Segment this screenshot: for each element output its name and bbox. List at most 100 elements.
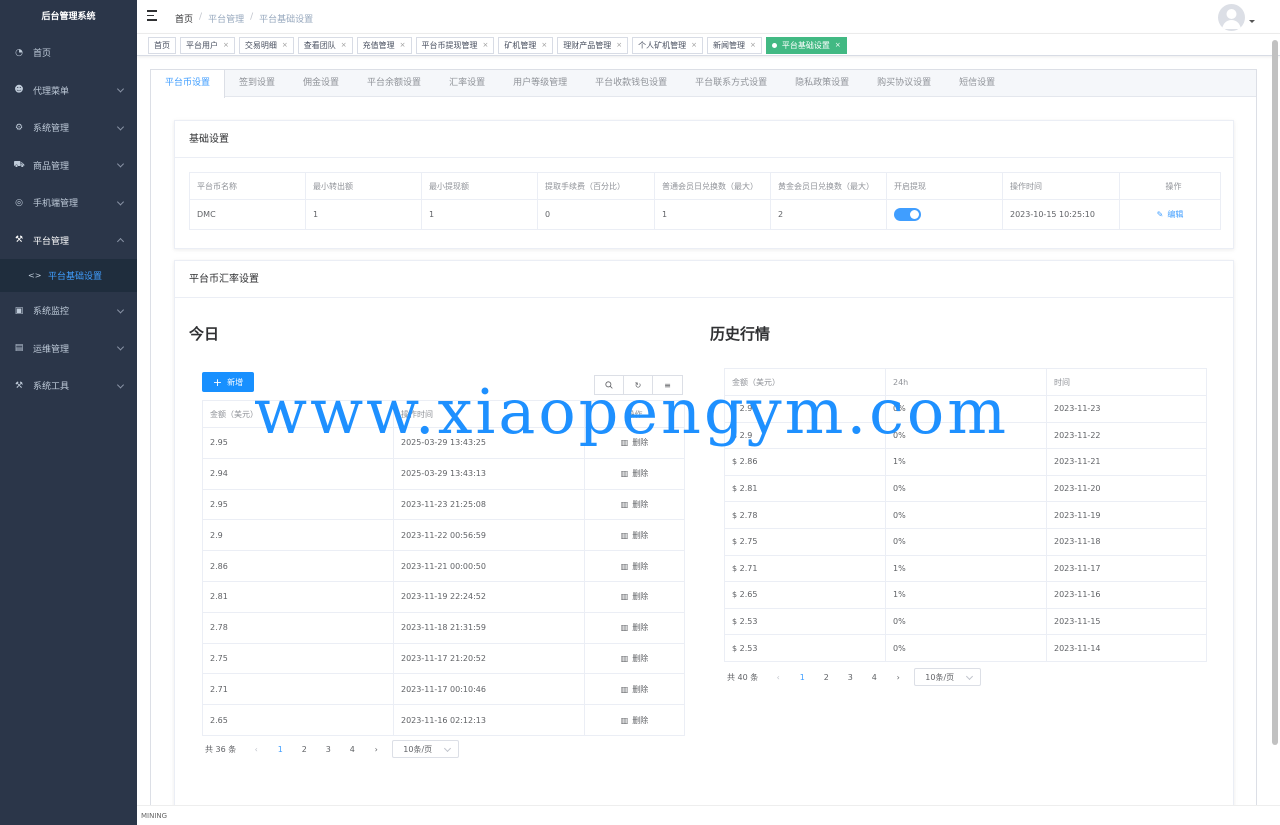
close-icon[interactable]: × bbox=[750, 38, 756, 53]
close-icon[interactable]: × bbox=[835, 38, 841, 53]
caret-down-icon[interactable] bbox=[1249, 20, 1255, 23]
delete-button[interactable]: ▥ 删除 bbox=[621, 654, 649, 663]
sidebar-item-4[interactable]: ◎ 手机端管理 bbox=[0, 184, 137, 222]
add-rate-button[interactable]: + 新增 bbox=[202, 372, 254, 392]
tab-3[interactable]: 平台余额设置 bbox=[353, 70, 435, 97]
tab-8[interactable]: 隐私政策设置 bbox=[781, 70, 863, 97]
tag-2[interactable]: 交易明细 × bbox=[238, 37, 294, 54]
tag-7[interactable]: 理财产品管理 × bbox=[557, 37, 629, 54]
sidebar-item-8[interactable]: ⚒ 系统工具 bbox=[0, 367, 137, 405]
page-number[interactable]: 2 bbox=[814, 673, 838, 682]
sidebar-subitem-platform-basic[interactable]: <> 平台基础设置 bbox=[0, 259, 137, 292]
tag-1[interactable]: 平台用户 × bbox=[180, 37, 235, 54]
page-number[interactable]: 3 bbox=[838, 673, 862, 682]
close-icon[interactable]: × bbox=[691, 38, 697, 53]
tab-9[interactable]: 购买协议设置 bbox=[863, 70, 945, 97]
amount-cell: 2.81 bbox=[202, 580, 394, 613]
basic-settings-table: 平台币名称 最小转出额 最小提现额 提取手续费（百分比） 普通会员日兑换数（最大） 黄金会… bbox=[189, 172, 1221, 230]
breadcrumb-platform[interactable]: 平台管理 bbox=[208, 12, 244, 25]
tag-9[interactable]: 新闻管理 × bbox=[707, 37, 762, 54]
edit-button[interactable]: ✎ 编辑 bbox=[1157, 210, 1184, 219]
delete-button[interactable]: ▥ 删除 bbox=[621, 716, 649, 725]
table-cell: 0% bbox=[885, 474, 1047, 503]
close-icon[interactable]: × bbox=[541, 38, 547, 53]
tag-3[interactable]: 查看团队 × bbox=[297, 37, 353, 54]
delete-button[interactable]: ▥ 删除 bbox=[621, 562, 649, 571]
sidebar-item-3[interactable]: ⛟ 商品管理 bbox=[0, 147, 137, 185]
delete-label: 删除 bbox=[632, 623, 649, 633]
close-icon[interactable]: × bbox=[282, 38, 288, 53]
sidebar-menu: ◔ 首页 ☻ 代理菜单 ⚙ 系统管理 ⛟ 商品管理 ◎ 手机端管理 ⚒ 平台管理 <> 平台基础设置 ▣ 系统… bbox=[0, 34, 137, 405]
page-size-select[interactable]: 10条/页 bbox=[392, 740, 460, 758]
action-cell: ▥ 删除 bbox=[584, 673, 685, 706]
hamburger-icon[interactable] bbox=[147, 10, 159, 21]
today-title: 今日 bbox=[189, 325, 220, 343]
sidebar-item-5[interactable]: ⚒ 平台管理 bbox=[0, 222, 137, 260]
page-number[interactable]: 1 bbox=[268, 745, 292, 754]
prev-page-icon[interactable]: ‹ bbox=[244, 745, 268, 754]
breadcrumb-home[interactable]: 首页 bbox=[175, 12, 193, 25]
tag-4[interactable]: 充值管理 × bbox=[356, 37, 412, 54]
chevron-down-icon bbox=[116, 343, 125, 351]
tab-10[interactable]: 短信设置 bbox=[945, 70, 1009, 97]
tab-2[interactable]: 佣金设置 bbox=[289, 70, 353, 97]
tag-10[interactable]: 平台基础设置 × bbox=[765, 37, 847, 54]
page-number[interactable]: 1 bbox=[790, 673, 814, 682]
close-icon[interactable]: × bbox=[341, 38, 347, 53]
tab-0[interactable]: 平台币设置 bbox=[151, 70, 226, 98]
withdraw-toggle[interactable] bbox=[894, 208, 921, 221]
delete-button[interactable]: ▥ 删除 bbox=[621, 592, 649, 601]
table-cell: 2023-10-15 10:25:10 bbox=[1002, 199, 1120, 230]
chevron-down-icon bbox=[116, 381, 125, 389]
tab-7[interactable]: 平台联系方式设置 bbox=[681, 70, 781, 97]
close-icon[interactable]: × bbox=[400, 38, 406, 53]
table-cell: 2023-11-19 bbox=[1046, 501, 1207, 529]
delete-button[interactable]: ▥ 删除 bbox=[621, 469, 649, 478]
page-size-value: 10条/页 bbox=[925, 672, 955, 682]
tag-label: 查看团队 bbox=[303, 41, 336, 50]
close-icon[interactable]: × bbox=[483, 38, 489, 53]
tab-1[interactable]: 签到设置 bbox=[225, 70, 289, 97]
page-number[interactable]: 4 bbox=[340, 745, 364, 754]
page-scrollbar[interactable] bbox=[1272, 40, 1278, 745]
page-number[interactable]: 4 bbox=[862, 673, 886, 682]
time-cell: 2023-11-16 02:12:13 bbox=[393, 704, 585, 736]
sidebar-item-2[interactable]: ⚙ 系统管理 bbox=[0, 109, 137, 147]
sidebar-item-0[interactable]: ◔ 首页 bbox=[0, 34, 137, 72]
action-cell: ▥ 删除 bbox=[584, 580, 685, 613]
breadcrumb-separator: / bbox=[250, 12, 254, 22]
avatar[interactable] bbox=[1218, 4, 1245, 31]
tab-4[interactable]: 汇率设置 bbox=[435, 70, 499, 97]
next-page-icon[interactable]: › bbox=[886, 673, 910, 682]
tag-0[interactable]: 首页 bbox=[148, 37, 176, 54]
prev-page-icon[interactable]: ‹ bbox=[766, 673, 790, 682]
tag-label: 充值管理 bbox=[362, 41, 395, 50]
tab-6[interactable]: 平台收款钱包设置 bbox=[581, 70, 681, 97]
page-number[interactable]: 2 bbox=[292, 745, 316, 754]
edit-label: 编辑 bbox=[1167, 210, 1184, 219]
sidebar-item-6[interactable]: ▣ 系统监控 bbox=[0, 292, 137, 330]
delete-button[interactable]: ▥ 删除 bbox=[621, 623, 649, 632]
table-cell: 2023-11-22 bbox=[1046, 421, 1207, 450]
table-cell: 0% bbox=[885, 607, 1047, 636]
delete-button[interactable]: ▥ 删除 bbox=[621, 531, 649, 540]
close-icon[interactable]: × bbox=[616, 38, 622, 53]
delete-button[interactable]: ▥ 删除 bbox=[621, 685, 649, 694]
amount-cell: 2.9 bbox=[202, 519, 394, 552]
page-size-select[interactable]: 10条/页 bbox=[914, 668, 982, 686]
table-cell: 0% bbox=[885, 501, 1047, 529]
tag-5[interactable]: 平台币提现管理 × bbox=[415, 37, 495, 54]
sidebar-item-7[interactable]: ▤ 运维管理 bbox=[0, 330, 137, 368]
delete-button[interactable]: ▥ 删除 bbox=[621, 500, 649, 509]
close-icon[interactable]: × bbox=[223, 38, 229, 53]
column-header: 操作 bbox=[1119, 172, 1221, 200]
next-page-icon[interactable]: › bbox=[364, 745, 388, 754]
sidebar-item-1[interactable]: ☻ 代理菜单 bbox=[0, 72, 137, 110]
table-cell: $ 2.71 bbox=[724, 554, 886, 583]
tab-5[interactable]: 用户等级管理 bbox=[499, 70, 581, 97]
tag-8[interactable]: 个人矿机管理 × bbox=[632, 37, 703, 54]
trash-icon: ▥ bbox=[620, 499, 629, 509]
breadcrumb: 首页 / 平台管理 / 平台基础设置 bbox=[175, 12, 313, 25]
page-number[interactable]: 3 bbox=[316, 745, 340, 754]
tag-6[interactable]: 矿机管理 × bbox=[498, 37, 554, 54]
